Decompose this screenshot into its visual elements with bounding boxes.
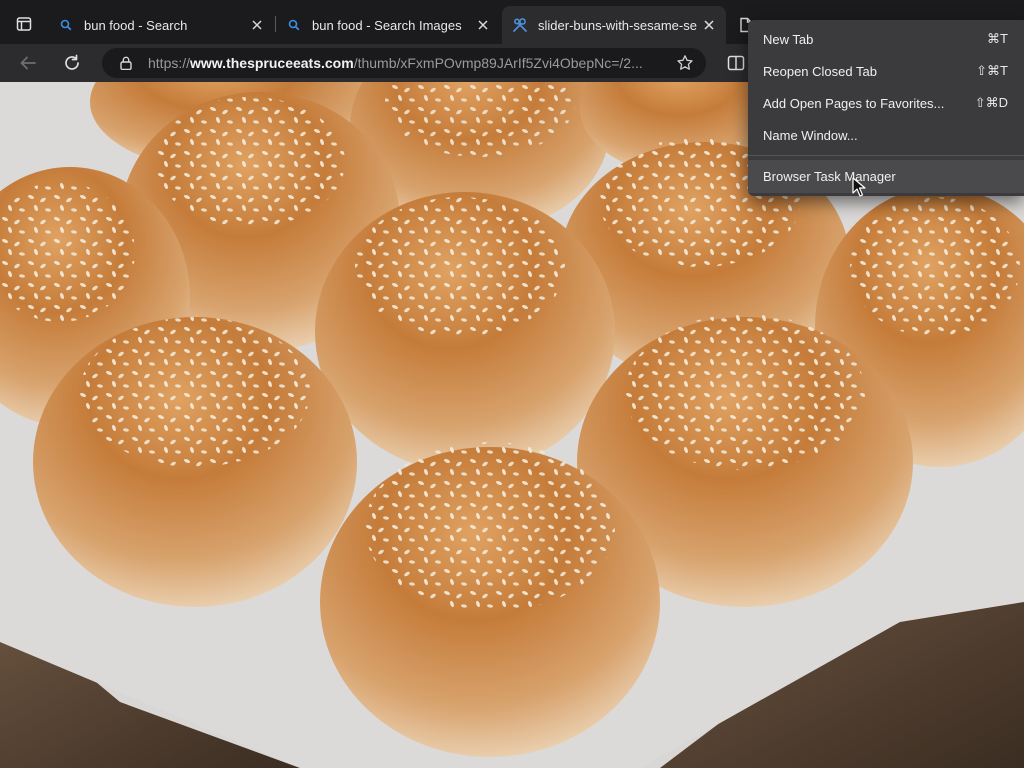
tab-title: slider-buns-with-sesame-se [538,17,697,33]
menu-item-reopen-closed-tab[interactable]: Reopen Closed Tab ⇧⌘T [748,55,1024,87]
url-text[interactable]: https://www.thespruceeats.com/thumb/xFxm… [148,55,660,71]
mouse-pointer-icon [852,177,866,197]
tab-title: bun food - Search Images [312,17,462,33]
tab-bun-food-search[interactable]: bun food - Search [48,6,274,44]
menu-item-name-window[interactable]: Name Window... [748,119,1024,151]
menu-item-label: Add Open Pages to Favorites... [763,95,945,111]
lock-icon[interactable] [118,55,134,71]
window-menu-icon[interactable] [12,12,36,36]
menu-item-shortcut: ⇧⌘T [976,63,1008,78]
menu-item-label: Name Window... [763,127,858,143]
back-arrow-icon[interactable] [16,51,40,75]
menu-item-new-tab[interactable]: New Tab ⌘T [748,23,1024,55]
search-icon [286,17,302,33]
address-bar[interactable]: https://www.thespruceeats.com/thumb/xFxm… [102,48,706,78]
tab-slider-buns[interactable]: slider-buns-with-sesame-se [502,6,726,44]
favorite-star-icon[interactable] [676,54,694,72]
menu-separator [748,155,1024,156]
tab-title: bun food - Search [84,17,188,33]
refresh-icon[interactable] [60,51,84,75]
tab-context-menu: New Tab ⌘T Reopen Closed Tab ⇧⌘T Add Ope… [748,20,1024,196]
menu-item-browser-task-manager[interactable]: Browser Task Manager [748,160,1024,193]
close-tab-icon[interactable] [700,16,718,34]
tab-bun-food-search-images[interactable]: bun food - Search Images [276,6,500,44]
menu-item-shortcut: ⇧⌘D [974,95,1008,110]
menu-item-add-open-pages-to-favorites[interactable]: Add Open Pages to Favorites... ⇧⌘D [748,87,1024,119]
close-tab-icon[interactable] [248,16,266,34]
close-tab-icon[interactable] [474,16,492,34]
menu-item-label: Reopen Closed Tab [763,63,877,79]
menu-item-shortcut: ⌘T [987,31,1008,46]
tools-icon [512,17,528,33]
menu-item-label: New Tab [763,31,814,47]
split-screen-icon[interactable] [724,51,748,75]
menu-item-label: Browser Task Manager [763,169,896,184]
search-icon [58,17,74,33]
